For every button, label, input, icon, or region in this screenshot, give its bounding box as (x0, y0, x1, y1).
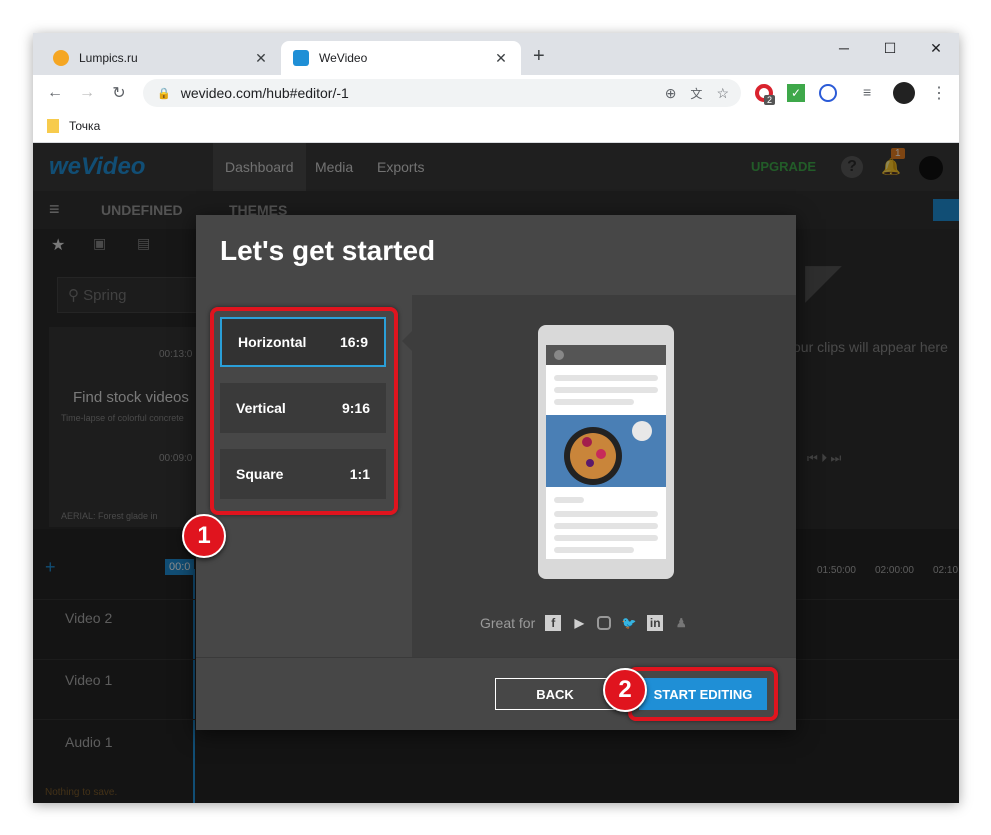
back-arrow-icon[interactable]: ← (45, 83, 65, 103)
snapchat-icon: ♟ (675, 616, 687, 630)
porridge-shape (570, 433, 616, 479)
pointer-arrow-icon (402, 331, 412, 351)
highlight-box-start (628, 667, 778, 721)
tab-title: WeVideo (319, 51, 368, 65)
extension-badge: 2 (764, 95, 776, 105)
phone-screen (546, 345, 666, 559)
wevideo-favicon-icon (293, 50, 309, 66)
preview-panel: Great for f ▶ 🐦 in ♟ (402, 295, 796, 657)
browser-toolbar: ← → ↻ 🔒 wevideo.com/hub#editor/-1 ⊕ 文 ☆ … (33, 75, 959, 111)
close-window-icon[interactable]: ✕ (913, 33, 959, 63)
tab-lumpics[interactable]: Lumpics.ru ✕ (41, 41, 281, 75)
phone-avatar-icon (554, 350, 564, 360)
berry-shape (582, 437, 592, 447)
add-icon[interactable]: ⊕ (665, 85, 677, 102)
check-extension-icon[interactable]: ✓ (787, 84, 805, 102)
bookmark-item[interactable]: Точка (47, 119, 100, 133)
annotation-badge-2: 2 (603, 668, 647, 712)
content-line (554, 497, 584, 503)
menu-dots-icon[interactable]: ⋮ (931, 83, 947, 103)
lumpics-favicon-icon (53, 50, 69, 66)
modal-title: Let's get started (220, 235, 436, 266)
get-started-modal: Let's get started Horizontal 16:9 Vertic… (196, 215, 796, 730)
instagram-icon (597, 616, 612, 630)
wevideo-app: weVideo Dashboard Media Exports UPGRADE … (33, 143, 959, 803)
annotation-badge-1: 1 (182, 514, 226, 558)
content-line (554, 399, 634, 405)
address-bar[interactable]: 🔒 wevideo.com/hub#editor/-1 ⊕ 文 ☆ (143, 79, 741, 107)
tab-title: Lumpics.ru (79, 51, 138, 65)
phone-header (546, 345, 666, 365)
lock-icon: 🔒 (157, 87, 171, 100)
berry-shape (596, 449, 606, 459)
twitter-icon: 🐦 (621, 616, 637, 630)
star-icon[interactable]: ☆ (716, 85, 729, 102)
phone-mockup (538, 325, 674, 579)
content-line (554, 511, 658, 517)
content-line (554, 523, 658, 529)
minimize-icon[interactable]: ─ (821, 33, 867, 63)
maximize-icon[interactable]: ☐ (867, 33, 913, 63)
profile-avatar[interactable] (893, 82, 915, 104)
modal-footer: BACK START EDITING (196, 657, 796, 730)
back-button[interactable]: BACK (495, 678, 615, 710)
bookmark-label: Точка (69, 119, 101, 133)
globe-extension-icon[interactable] (819, 84, 837, 102)
new-tab-icon[interactable]: + (533, 45, 545, 68)
close-tab-icon[interactable]: ✕ (491, 50, 511, 67)
content-line (554, 547, 634, 553)
highlight-box-options (210, 307, 398, 515)
content-line (554, 535, 658, 541)
aspect-ratio-list: Horizontal 16:9 Vertical 9:16 Square 1:1 (196, 295, 412, 657)
reload-icon[interactable]: ↻ (109, 83, 129, 103)
close-tab-icon[interactable]: ✕ (251, 50, 271, 67)
url-text: wevideo.com/hub#editor/-1 (180, 85, 349, 101)
facebook-icon: f (545, 615, 562, 631)
translate-icon[interactable]: 文 (690, 85, 702, 102)
content-line (554, 387, 658, 393)
youtube-icon: ▶ (574, 616, 584, 630)
content-line (554, 375, 658, 381)
great-for-label: Great for (480, 615, 536, 631)
tab-wevideo[interactable]: WeVideo ✕ (281, 41, 521, 75)
media-icon[interactable]: ≡ (863, 84, 871, 100)
bookmarks-bar: Точка (33, 111, 959, 143)
food-image (546, 415, 666, 487)
browser-window: Lumpics.ru ✕ WeVideo ✕ + ─ ☐ ✕ ← → ↻ 🔒 w… (33, 33, 959, 803)
forward-arrow-icon[interactable]: → (77, 83, 97, 103)
great-for-row: Great for f ▶ 🐦 in ♟ (480, 615, 689, 631)
folder-icon (47, 119, 59, 133)
tab-strip: Lumpics.ru ✕ WeVideo ✕ + ─ ☐ ✕ (33, 33, 959, 75)
plate-shape (632, 421, 652, 441)
berry-shape (586, 459, 594, 467)
linkedin-icon: in (647, 615, 664, 631)
